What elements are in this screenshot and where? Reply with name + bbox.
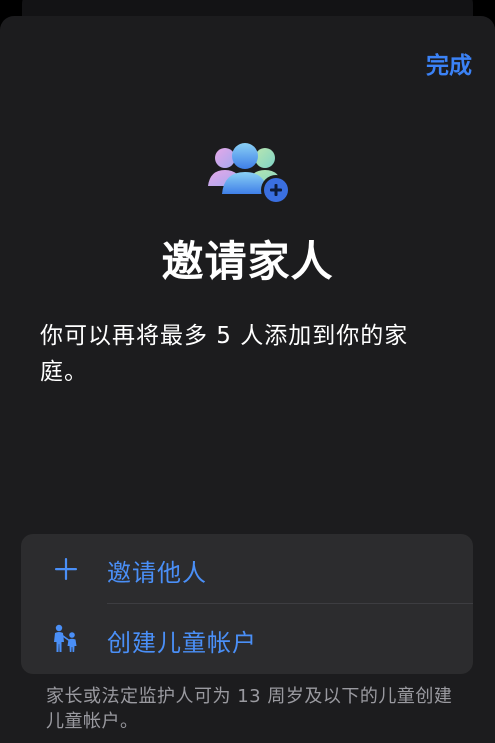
plus-icon: [51, 554, 81, 584]
page-title: 邀请家人: [161, 237, 334, 286]
family-add-icon: [204, 138, 294, 208]
options-card: 邀请他人 创建儿童帐户: [21, 534, 473, 674]
child-account-icon: [51, 624, 81, 654]
create-child-account-button[interactable]: 创建儿童帐户: [21, 604, 473, 674]
screen: 完成 邀请家人 你可以再将最多 5 人添加到你的家庭。 邀请他人 创建儿童帐户 …: [0, 0, 495, 743]
page-subtitle: 你可以再将最多 5 人添加到你的家庭。: [40, 323, 409, 385]
invite-others-label: 邀请他人: [107, 559, 207, 587]
create-child-account-label: 创建儿童帐户: [107, 629, 257, 657]
invite-others-button[interactable]: 邀请他人: [21, 534, 473, 604]
done-button[interactable]: 完成: [426, 46, 472, 80]
footnote: 家长或法定监护人可为 13 周岁及以下的儿童创建儿童帐户。: [46, 686, 453, 732]
